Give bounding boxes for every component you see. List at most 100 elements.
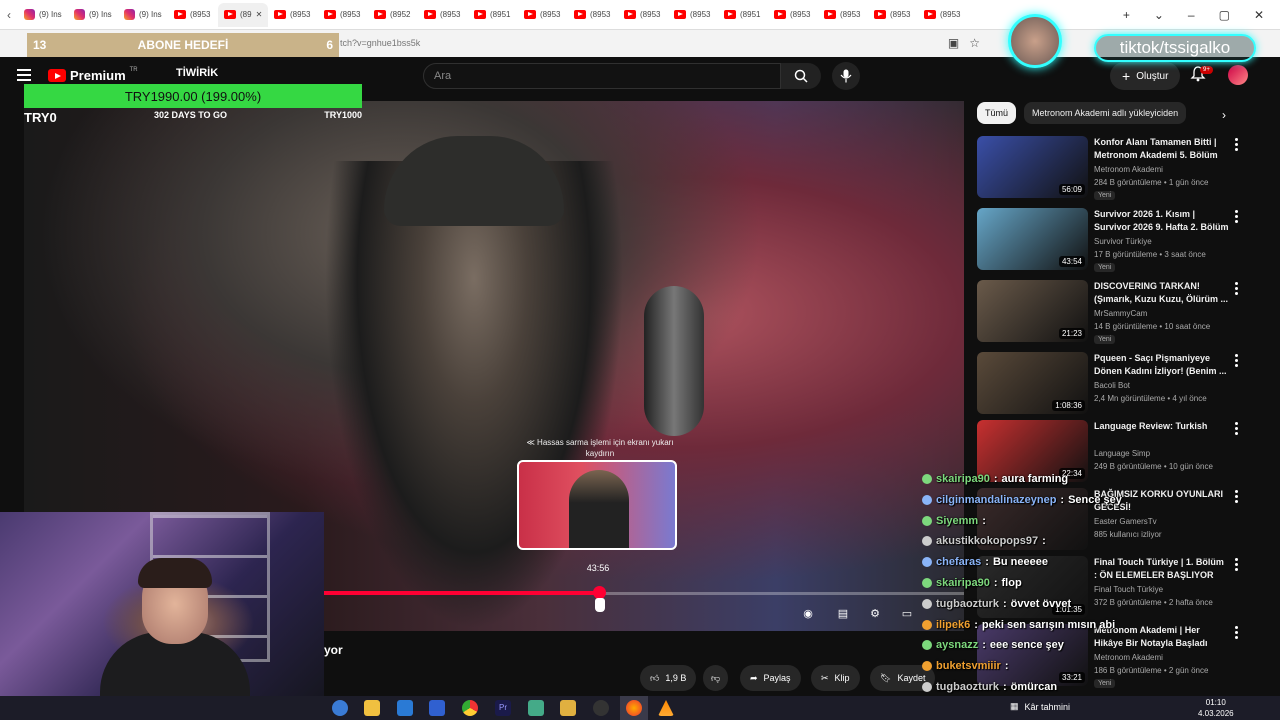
- webcam-person-hair: [138, 558, 212, 588]
- create-button[interactable]: + Oluştur: [1110, 62, 1181, 90]
- recommendation-item[interactable]: 1:08:36 Pqueen - Saçı Pişmaniyeye Dönen K…: [977, 352, 1257, 416]
- recommendation-channel[interactable]: Final Touch Türkiye: [1094, 585, 1163, 594]
- minimize-icon[interactable]: –: [1188, 8, 1195, 22]
- search-button[interactable]: [781, 63, 821, 89]
- close-tab-icon[interactable]: ✕: [256, 10, 263, 19]
- recommendation-channel[interactable]: Metronom Akademi: [1094, 653, 1163, 662]
- recommendation-channel[interactable]: Bacoli Bot: [1094, 381, 1130, 390]
- edge-icon[interactable]: [332, 700, 348, 716]
- voice-search-button[interactable]: [832, 62, 860, 90]
- more-options-icon[interactable]: [1235, 210, 1239, 223]
- new-tab-icon[interactable]: +: [1123, 8, 1130, 22]
- browser-tab[interactable]: (8953: [518, 3, 568, 27]
- store-icon[interactable]: [364, 700, 380, 716]
- browser-tab[interactable]: (8953: [318, 3, 368, 27]
- chat-text: Bu neeeee: [992, 556, 1048, 569]
- browser-tab[interactable]: (8953: [668, 3, 718, 27]
- close-window-icon[interactable]: ✕: [1254, 8, 1264, 22]
- recommendation-title[interactable]: Konfor Alanı Tamamen Bitti | Metronom Ak…: [1094, 136, 1229, 162]
- hamburger-menu-icon[interactable]: [17, 69, 31, 81]
- recommendation-title[interactable]: DISCOVERING TARKAN! (Şımarık, Kuzu Kuzu,…: [1094, 280, 1229, 306]
- more-options-icon[interactable]: [1235, 282, 1239, 295]
- maximize-icon[interactable]: ▢: [1219, 8, 1230, 22]
- browser-tab[interactable]: (9) Ins: [68, 3, 118, 27]
- recommendation-thumbnail[interactable]: 21:23: [977, 280, 1088, 342]
- new-badge: Yeni: [1094, 263, 1116, 272]
- firefox-icon[interactable]: [626, 700, 642, 716]
- screen: ‹ (9) Ins (9) Ins (9) Ins (8953 (89 ✕ (8953 (89…: [0, 0, 1280, 720]
- browser-tab[interactable]: (8953: [568, 3, 618, 27]
- browser-tab[interactable]: (8951: [718, 3, 768, 27]
- url-text[interactable]: tch?v=gnhue1bss5k: [340, 38, 420, 48]
- recommendation-thumbnail[interactable]: 43:54: [977, 208, 1088, 270]
- recommendation-title[interactable]: Final Touch Türkiye | 1. Bölüm : ÖN ELEM…: [1094, 556, 1229, 582]
- autoplay-toggle-icon[interactable]: ◉: [800, 605, 816, 621]
- more-options-icon[interactable]: [1235, 354, 1239, 367]
- weather-widget[interactable]: ▦ Kâr tahmini: [1010, 701, 1070, 712]
- recommendation-channel[interactable]: MrSammyCam: [1094, 309, 1147, 318]
- subtitles-icon[interactable]: ▤: [835, 605, 851, 621]
- browser-tab[interactable]: (9) Ins: [18, 3, 68, 27]
- chip-uploader[interactable]: Metronom Akademi adlı yükleyiciden: [1024, 102, 1187, 124]
- recommendation-item[interactable]: 33:21 Metronom Akademi | Her Hikâye Bir N…: [977, 624, 1257, 688]
- browser-tab[interactable]: (8953: [868, 3, 918, 27]
- share-button[interactable]: ➦ Paylaş: [740, 665, 801, 691]
- browser-tab[interactable]: (8953: [768, 3, 818, 27]
- browser-tab[interactable]: (8952: [368, 3, 418, 27]
- settings-gear-icon[interactable]: ⚙: [867, 605, 883, 621]
- more-options-icon[interactable]: [1235, 490, 1239, 503]
- bookmark-star-icon[interactable]: ☆: [969, 36, 980, 50]
- browser-tab[interactable]: (8953: [168, 3, 218, 27]
- recommendation-thumbnail[interactable]: 56:09: [977, 136, 1088, 198]
- account-avatar[interactable]: [1228, 65, 1248, 85]
- dislike-button[interactable]: 👎︎: [703, 665, 729, 691]
- more-options-icon[interactable]: [1235, 626, 1239, 639]
- more-options-icon[interactable]: [1235, 422, 1239, 435]
- file-explorer-icon[interactable]: [560, 700, 576, 716]
- browser-tab[interactable]: (9) Ins: [118, 3, 168, 27]
- recommendation-item[interactable]: 21:23 DISCOVERING TARKAN! (Şımarık, Kuzu …: [977, 280, 1257, 344]
- browser-tab[interactable]: (8953: [618, 3, 668, 27]
- recommendation-channel[interactable]: Language Simp: [1094, 449, 1150, 458]
- tab-scroll-left-icon[interactable]: ‹: [0, 8, 18, 22]
- app-icon[interactable]: [528, 700, 544, 716]
- recommendation-item[interactable]: 43:54 Survivor 2026 1. Kısım | Survivor 2…: [977, 208, 1257, 272]
- premiere-icon[interactable]: Pr: [495, 700, 511, 716]
- vlc-icon[interactable]: [658, 700, 674, 716]
- chip-next-arrow-icon[interactable]: ›: [1222, 108, 1226, 122]
- new-badge: Yeni: [1094, 191, 1116, 200]
- browser-tab[interactable]: (89 ✕: [218, 2, 268, 27]
- chrome-icon[interactable]: [462, 700, 478, 716]
- browser-tab[interactable]: (8953: [418, 3, 468, 27]
- progress-played[interactable]: [324, 591, 599, 595]
- browser-tab[interactable]: (8953: [268, 3, 318, 27]
- taskbar-clock[interactable]: 01:10 4.03.2026: [1198, 697, 1234, 719]
- recommendation-title[interactable]: Language Review: Turkish: [1094, 420, 1229, 433]
- browser-tab[interactable]: (8953: [918, 3, 968, 27]
- recommendation-thumbnail[interactable]: 33:21: [977, 624, 1088, 686]
- youtube-logo[interactable]: Premium TR: [48, 67, 138, 83]
- more-options-icon[interactable]: [1235, 558, 1239, 571]
- recommendation-item[interactable]: 56:09 Konfor Alanı Tamamen Bitti | Metron…: [977, 136, 1257, 200]
- clip-label: Klip: [834, 673, 850, 683]
- miniplayer-icon[interactable]: ▭: [899, 605, 915, 621]
- browser-tab[interactable]: (8951: [468, 3, 518, 27]
- recommendation-channel[interactable]: Metronom Akademi: [1094, 165, 1163, 174]
- recommendation-channel[interactable]: Survivor Türkiye: [1094, 237, 1152, 246]
- tab-list-dropdown-icon[interactable]: ⌄: [1154, 8, 1164, 22]
- obs-icon[interactable]: [593, 700, 609, 716]
- youtube-favicon-icon: [424, 10, 436, 19]
- mail-icon[interactable]: [397, 700, 413, 716]
- clip-button[interactable]: ✂ Klip: [811, 665, 860, 691]
- recommendation-title[interactable]: Survivor 2026 1. Kısım | Survivor 2026 9…: [1094, 208, 1229, 234]
- browser-tab[interactable]: (8953: [818, 3, 868, 27]
- recommendation-title[interactable]: Pqueen - Saçı Pişmaniyeye Dönen Kadını İ…: [1094, 352, 1229, 378]
- dropbox-icon[interactable]: [429, 700, 445, 716]
- recommendation-thumbnail[interactable]: 1:08:36: [977, 352, 1088, 414]
- recommendation-channel[interactable]: Easter GamersTv: [1094, 517, 1157, 526]
- translate-icon[interactable]: ▣: [948, 36, 959, 50]
- search-input[interactable]: Ara: [423, 63, 781, 89]
- like-button[interactable]: 👍︎ 1,9 B: [640, 665, 697, 691]
- chip-all[interactable]: Tümü: [977, 102, 1017, 124]
- more-options-icon[interactable]: [1235, 138, 1239, 151]
